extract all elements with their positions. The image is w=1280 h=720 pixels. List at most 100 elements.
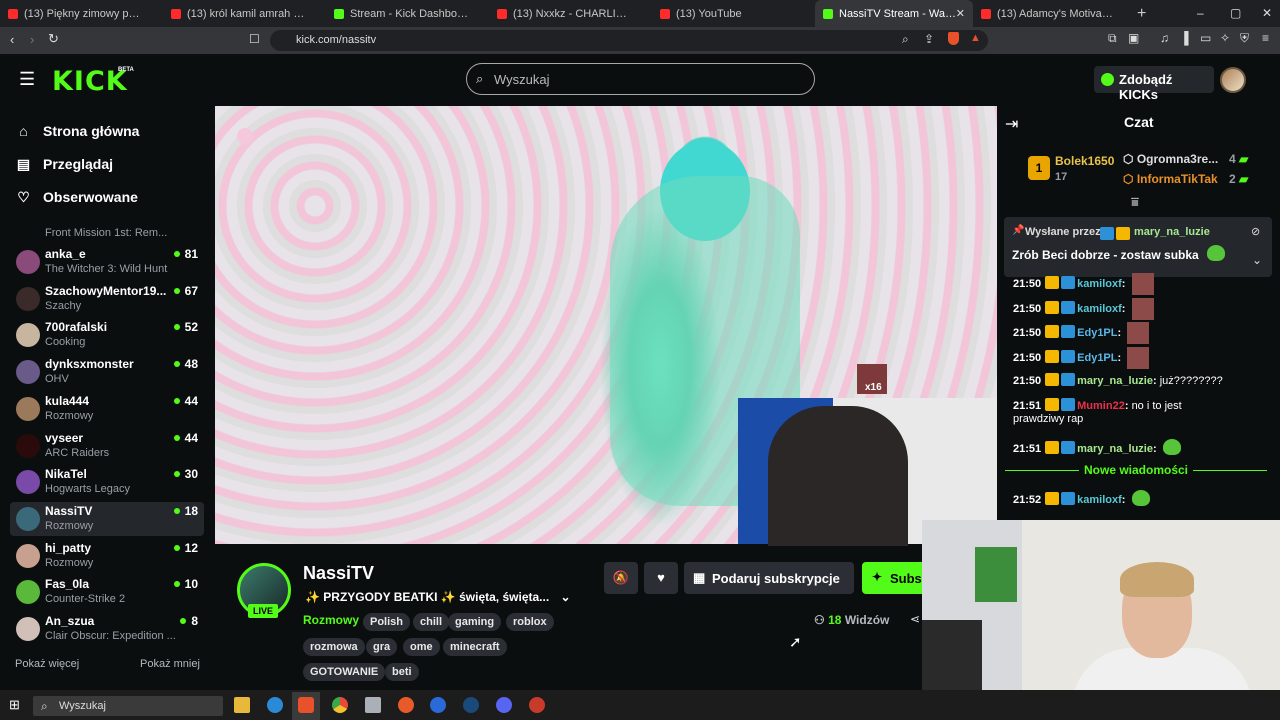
obs-icon[interactable] <box>529 697 545 713</box>
sidebar-nav-item[interactable]: ♡ Obserwowane <box>16 186 138 208</box>
show-more-link[interactable]: Pokaż więcej <box>15 658 79 670</box>
leaderboard-third[interactable]: ⬡ InformaTikTak <box>1123 172 1218 186</box>
edge-icon[interactable] <box>267 697 283 713</box>
stream-tag[interactable]: chill <box>413 613 450 631</box>
chevron-down-icon[interactable]: ⌄ <box>561 590 571 604</box>
url-field[interactable]: kick.com/nassitv <box>270 30 988 51</box>
close-window-icon[interactable]: ✕ <box>1262 6 1272 20</box>
ai-icon[interactable]: ✧ <box>1220 31 1230 45</box>
brave-icon[interactable] <box>298 697 314 713</box>
browser-tab[interactable]: (13) Adamcy's Motivational Speech - <box>973 0 1133 27</box>
reload-icon[interactable]: ↻ <box>48 31 59 47</box>
stream-category[interactable]: Rozmowy <box>303 613 359 627</box>
share-icon[interactable]: ⋖ <box>910 612 920 626</box>
sidebar-channel[interactable]: hi_patty Rozmowy 12 <box>10 539 204 573</box>
sidebar-channel[interactable]: vyseer ARC Raiders 44 <box>10 429 204 463</box>
follow-button[interactable]: ♥ <box>644 562 678 594</box>
chat-username[interactable]: Edy1PL <box>1077 352 1117 364</box>
sidebar-channel[interactable]: Fas_0la Counter-Strike 2 10 <box>10 575 204 609</box>
chevron-down-icon[interactable]: ⌄ <box>1252 253 1262 267</box>
sidebar-channel[interactable]: kula444 Rozmowy 44 <box>10 392 204 426</box>
pinned-user[interactable]: mary_na_luzie <box>1134 226 1210 238</box>
channel-avatar <box>16 323 40 348</box>
media-icon[interactable]: ▣ <box>1128 31 1139 45</box>
gift-subs-button[interactable]: ▦ Podaruj subskrypcje <box>684 562 854 594</box>
chat-emote <box>1162 439 1181 455</box>
chat-username[interactable]: mary_na_luzie <box>1077 443 1153 455</box>
chat-username[interactable]: Mumin22 <box>1077 400 1125 412</box>
sidebar-channel[interactable]: SzachowyMentor19... Szachy 67 <box>10 282 204 316</box>
sidebar-toggle-icon[interactable]: ▐ <box>1180 31 1189 45</box>
hide-eye-icon[interactable]: ⊘ <box>1251 225 1260 238</box>
app-icon[interactable] <box>430 697 446 713</box>
chrome-icon[interactable] <box>332 697 348 713</box>
streamer-name[interactable]: NassiTV <box>303 563 374 584</box>
stream-tag[interactable]: rozmowa <box>303 638 365 656</box>
new-tab-icon[interactable]: + <box>1137 5 1146 23</box>
browser-tab[interactable]: (13) Piękny zimowy poranek :) - YouT <box>0 0 163 27</box>
maximize-icon[interactable]: ▢ <box>1230 6 1241 20</box>
show-less-link[interactable]: Pokaż mniej <box>140 658 200 670</box>
stream-tag[interactable]: gaming <box>448 613 502 631</box>
steam-icon[interactable] <box>463 697 479 713</box>
app-icon[interactable] <box>365 697 381 713</box>
browser-tab[interactable]: (13) YouTube <box>652 0 815 27</box>
leaderboard-second[interactable]: ⬡ Ogromna3re... <box>1123 152 1218 166</box>
vpn-icon[interactable]: ⛨ <box>1240 31 1249 46</box>
kick-logo[interactable]: KICK <box>52 66 128 97</box>
browser-tab[interactable]: Stream - Kick Dashboard <box>326 0 489 27</box>
stream-tag[interactable]: minecraft <box>443 638 507 656</box>
search-input[interactable]: ⌕ Wyszukaj <box>466 63 815 95</box>
menu-icon[interactable]: ≡ <box>1262 31 1269 45</box>
notifications-button[interactable]: 🔕 <box>604 562 638 594</box>
chat-username[interactable]: kamiloxf <box>1077 303 1122 315</box>
back-icon[interactable]: ‹ <box>10 32 14 47</box>
sidebar-channel[interactable]: anka_e The Witcher 3: Wild Hunt 81 <box>10 245 204 279</box>
sidebar-nav-item[interactable]: ▤ Przeglądaj <box>16 153 113 175</box>
browser-tab[interactable]: (13) Nxxkz - CHARLIE KIRK FUNK (Of <box>489 0 652 27</box>
zoom-icon[interactable]: ⌕ <box>902 32 909 47</box>
brave-shield-icon[interactable] <box>948 32 959 45</box>
sidebar-channel[interactable]: dynksxmonster OHV 48 <box>10 355 204 389</box>
extensions-icon[interactable]: ⧉ <box>1108 31 1117 46</box>
get-kicks-button[interactable]: Zdobądź KICKs <box>1094 66 1214 102</box>
discord-icon[interactable] <box>496 697 512 713</box>
bookmark-icon[interactable]: ☐ <box>249 32 260 46</box>
sidebar-channel[interactable]: 700rafalski Cooking 52 <box>10 318 204 352</box>
chat-username[interactable]: kamiloxf <box>1077 494 1122 506</box>
wallet-icon[interactable]: ▭ <box>1200 31 1211 45</box>
sidebar-channel[interactable]: NassiTV Rozmowy 18 <box>10 501 204 536</box>
music-icon[interactable]: ♫ <box>1160 31 1169 45</box>
stream-tag[interactable]: gra <box>366 638 398 656</box>
sidebar-nav-label: Strona główna <box>43 123 140 139</box>
sidebar-nav-item[interactable]: ⌂ Strona główna <box>16 120 139 142</box>
stream-tag[interactable]: beti <box>385 663 419 681</box>
chat-username[interactable]: kamiloxf <box>1077 278 1122 290</box>
windows-start-icon[interactable]: ⊞ <box>9 697 20 713</box>
forward-icon[interactable]: › <box>30 32 34 47</box>
leaderboard-first-name[interactable]: Bolek1650 <box>1055 154 1114 168</box>
sidebar-channel[interactable]: NikaTel Hogwarts Legacy 30 <box>10 465 204 499</box>
stream-tag[interactable]: ome <box>403 638 440 656</box>
app-icon[interactable] <box>398 697 414 713</box>
stream-tag[interactable]: GOTOWANIE <box>303 663 386 681</box>
collapse-chat-icon[interactable]: ⇥ <box>1005 114 1018 134</box>
browser-tab[interactable]: (13) król kamil amrah - YouTube <box>163 0 326 27</box>
close-tab-icon[interactable]: ✕ <box>956 7 965 20</box>
minimize-icon[interactable]: – <box>1197 6 1204 20</box>
file-explorer-icon[interactable] <box>234 697 250 713</box>
chat-username[interactable]: Edy1PL <box>1077 327 1117 339</box>
expand-leaderboard-icon[interactable]: ⩸ <box>1131 194 1139 210</box>
taskbar-search[interactable]: ⌕ Wyszukaj <box>33 696 223 716</box>
subscribe-button[interactable]: ✦ Subs <box>862 562 924 594</box>
browser-tab[interactable]: NassiTV Stream - Watch Live✕ <box>815 0 973 27</box>
user-avatar[interactable] <box>1220 67 1246 93</box>
chat-username[interactable]: mary_na_luzie <box>1077 375 1153 387</box>
stream-tag[interactable]: roblox <box>506 613 554 631</box>
stream-tag[interactable]: Polish <box>363 613 411 631</box>
brave-rewards-icon[interactable]: ▲ <box>970 32 981 44</box>
share-icon[interactable]: ⇪ <box>924 32 934 46</box>
sidebar-channel[interactable]: An_szua Clair Obscur: Expedition ... 8 <box>10 612 204 646</box>
leaderboard-rank-badge: 1 <box>1028 156 1050 180</box>
hamburger-icon[interactable]: ☰ <box>19 69 35 90</box>
